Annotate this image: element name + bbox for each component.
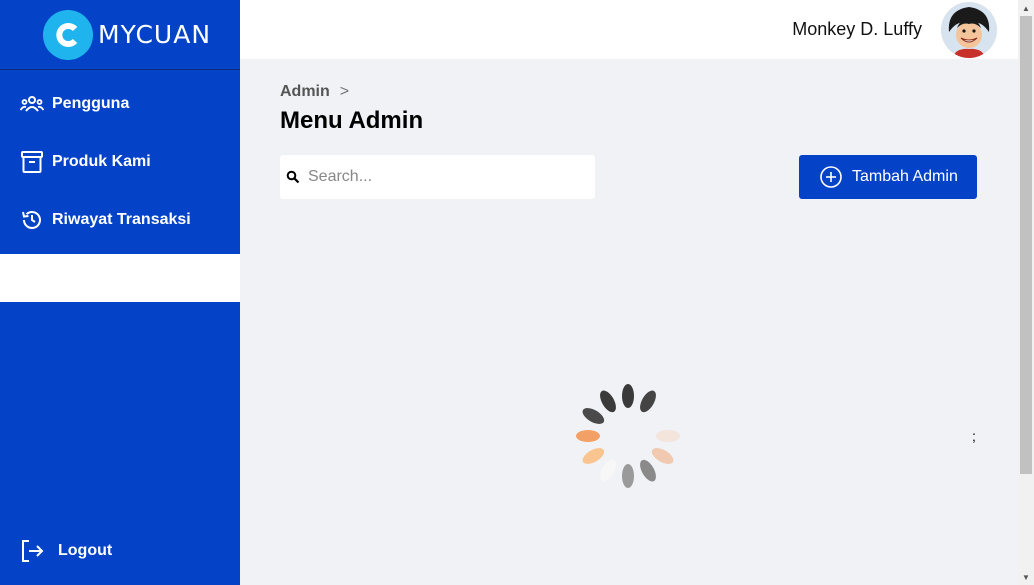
breadcrumb: Admin > [280,83,349,101]
sidebar-item-produk-kami[interactable]: Produk Kami [20,150,151,174]
sidebar-item-pengguna[interactable]: Pengguna [20,94,129,114]
brand-name: MYCUAN [98,20,212,49]
user-name: Monkey D. Luffy [792,19,922,39]
breadcrumb-separator: > [339,83,350,100]
scrollbar-thumb[interactable] [1020,16,1032,474]
avatar[interactable] [941,2,997,58]
scrollbar[interactable]: ▲ ▼ [1018,0,1034,585]
sidebar-item-label: Riwayat Transaksi [52,211,191,228]
top-bar: Monkey D. Luffy [240,0,1018,59]
add-admin-button[interactable]: Tambah Admin [799,155,977,199]
scroll-up-arrow-icon[interactable]: ▲ [1018,0,1034,16]
page-title: Menu Admin [280,107,424,134]
stray-text: ; [972,428,976,444]
search-input[interactable] [308,168,578,186]
logout-button[interactable]: Logout [20,539,112,563]
plus-circle-icon [820,166,842,188]
sidebar: MYCUAN Pengguna Produk Kami Riwayat Tran… [0,0,240,585]
sidebar-active-item[interactable] [0,254,240,302]
sidebar-item-label: Produk Kami [52,153,151,170]
archive-box-icon [21,151,43,173]
logout-icon [22,540,44,562]
add-admin-label: Tambah Admin [852,168,958,185]
history-icon [22,211,41,229]
search-icon [286,170,300,184]
users-icon [20,96,44,112]
brand[interactable]: MYCUAN [0,0,240,70]
loading-spinner-icon [576,384,680,488]
scroll-down-arrow-icon[interactable]: ▼ [1018,569,1034,585]
breadcrumb-root[interactable]: Admin [280,83,330,100]
brand-logo-icon [43,9,93,60]
sidebar-item-riwayat-transaksi[interactable]: Riwayat Transaksi [20,208,191,232]
sidebar-item-label: Pengguna [52,95,130,112]
search-box [280,155,595,199]
logout-label: Logout [58,542,113,559]
